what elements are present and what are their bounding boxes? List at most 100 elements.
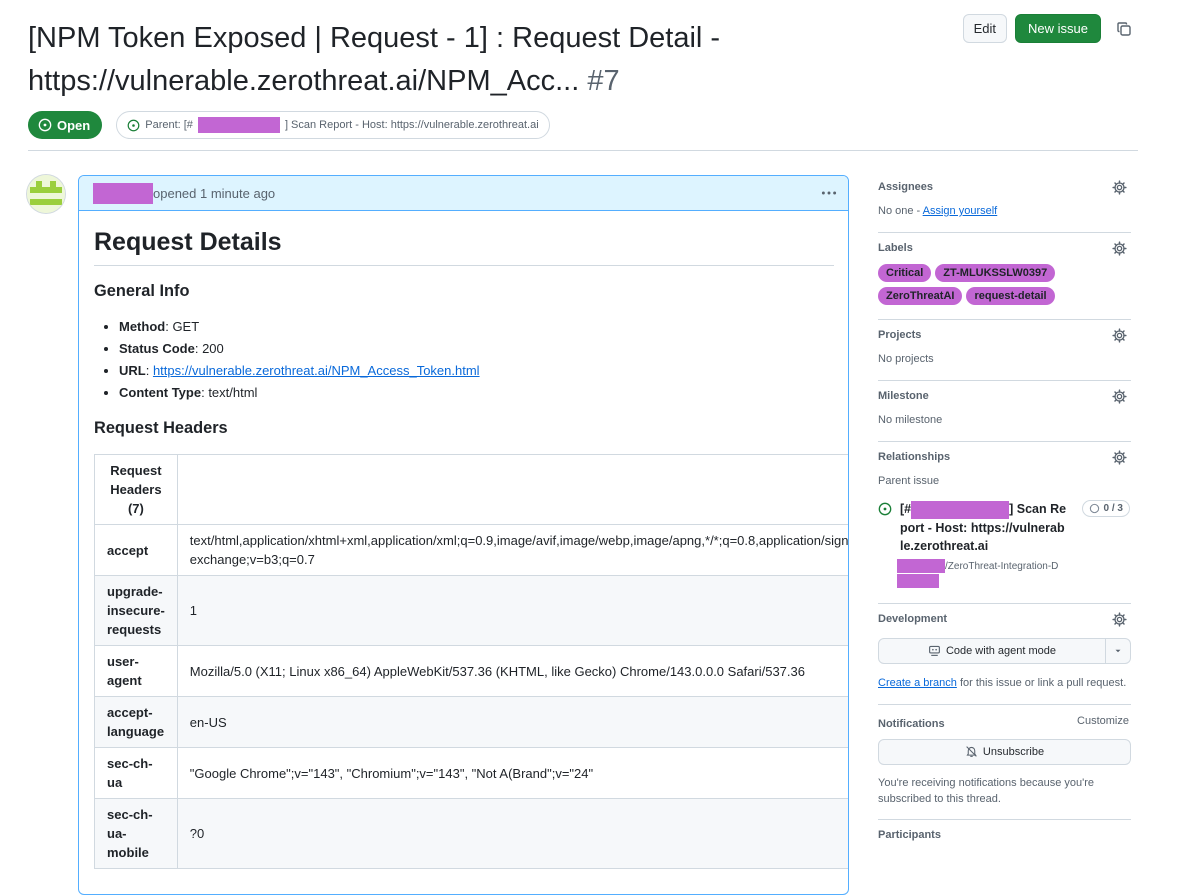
header-divider	[28, 150, 1138, 151]
header-value: 1	[176, 575, 848, 647]
projects-title: Projects	[878, 329, 922, 341]
gear-icon[interactable]	[1112, 450, 1127, 468]
issue-open-icon	[127, 119, 140, 131]
projects-section: Projects No projects	[878, 320, 1131, 381]
redacted-author	[93, 182, 153, 204]
label-request-detail[interactable]: request-detail	[966, 287, 1055, 305]
header-value: text/html,application/xhtml+xml,applicat…	[176, 524, 848, 577]
heading-request-details: Request Details	[94, 227, 834, 266]
code-with-agent-button[interactable]: Code with agent mode	[878, 637, 1106, 664]
customize-link[interactable]: Customize	[1077, 715, 1129, 727]
label-zerothreatai[interactable]: ZeroThreatAI	[878, 287, 963, 305]
parent-issue-repo: /ZeroThreat-Integration-D	[897, 559, 1067, 589]
header-actions: Edit New issue	[962, 14, 1138, 43]
info-value: : GET	[165, 318, 200, 334]
notifications-section: Notifications Customize Unsubscribe You'…	[878, 705, 1131, 820]
unsubscribe-label: Unsubscribe	[982, 745, 1045, 758]
bell-slash-icon	[966, 746, 977, 758]
issue-state-row: Open Parent: [# ] Scan Report - Host: htt…	[28, 111, 550, 139]
development-title: Development	[878, 612, 948, 625]
parent-issue-item[interactable]: [#] Scan Report - Host: https://vulnerab…	[878, 500, 1131, 589]
parent-issue-pill[interactable]: Parent: [# ] Scan Report - Host: https://…	[116, 111, 550, 139]
issue-sidebar: Assignees No one - Assign yourself Label…	[878, 172, 1131, 856]
table-header-row: Request Headers (7)	[94, 454, 848, 526]
progress-ring-icon	[1089, 503, 1099, 514]
heading-general-info: General Info	[94, 282, 190, 301]
info-key: Method	[119, 318, 166, 334]
state-label: Open	[57, 117, 91, 133]
redacted-block	[897, 574, 939, 589]
table-header-cell-empty	[176, 454, 848, 526]
parent-issue-title[interactable]: [#] Scan Report - Host: https://vulnerab…	[900, 500, 1068, 555]
open-state-badge: Open	[28, 111, 103, 139]
parent-issue-prefix: [#	[900, 502, 912, 516]
issue-title: [NPM Token Exposed | Request - 1] : Requ…	[28, 17, 788, 103]
comment-header: opened 1 minute ago	[79, 176, 848, 211]
header-value: en-US	[176, 696, 848, 749]
projects-text: No projects	[878, 353, 934, 365]
copy-link-icon[interactable]	[1109, 14, 1138, 43]
general-info-list: Method: GET Status Code: 200 URL: https:…	[94, 318, 834, 401]
list-item: URL: https://vulnerable.zerothreat.ai/NP…	[119, 362, 834, 379]
header-value: "Google Chrome";v="143", "Chromium";v="1…	[176, 747, 848, 800]
assignees-title: Assignees	[878, 181, 934, 193]
info-value: : 200	[194, 340, 224, 356]
participants-title: Participants	[878, 828, 941, 841]
avatar[interactable]	[27, 175, 65, 213]
development-text-rest: for this issue or link a pull request.	[956, 676, 1127, 689]
parent-issue-label: Parent issue	[878, 475, 940, 487]
info-key: URL	[119, 362, 146, 378]
parent-suffix: ] Scan Report - Host: https://vulnerable…	[284, 119, 539, 131]
progress-text: 0 / 3	[1103, 503, 1123, 514]
opened-text: opened 1 minute ago	[153, 185, 276, 201]
agent-button-label: Code with agent mode	[945, 644, 1057, 657]
milestone-section: Milestone No milestone	[878, 381, 1131, 442]
agent-icon	[929, 646, 940, 657]
unsubscribe-button[interactable]: Unsubscribe	[878, 738, 1131, 765]
notifications-text: You're receiving notifications because y…	[878, 776, 1094, 805]
parent-prefix: Parent: [#	[145, 119, 193, 131]
participants-section: Participants	[878, 820, 1131, 856]
assignees-text: No one - Assign yourself	[878, 204, 1131, 218]
edit-button[interactable]: Edit	[962, 14, 1008, 43]
issue-comment: opened 1 minute ago Request Details Gene…	[78, 175, 849, 895]
table-row: upgrade-insecure-requests 1	[94, 575, 848, 647]
assign-yourself-link[interactable]: Assign yourself	[923, 205, 998, 217]
request-headers-table: Request Headers (7) accept text/html,app…	[94, 454, 848, 870]
heading-request-headers: Request Headers	[94, 418, 228, 437]
header-key: sec-ch-ua-mobile	[94, 798, 178, 870]
gear-icon[interactable]	[1112, 328, 1127, 346]
comment-body: Request Details General Info Method: GET…	[79, 227, 848, 870]
header-key: upgrade-insecure-requests	[94, 575, 178, 647]
create-branch-link[interactable]: Create a branch	[878, 677, 957, 689]
labels-title: Labels	[878, 242, 913, 254]
assignees-none: No one -	[878, 205, 923, 217]
label-zt-id[interactable]: ZT-MLUKSSLW0397	[935, 264, 1056, 282]
info-key: Content Type	[119, 384, 202, 400]
table-header-cell: Request Headers (7)	[94, 454, 178, 526]
info-key: Status Code	[119, 340, 195, 356]
kebab-menu-icon[interactable]	[820, 184, 838, 205]
redacted-block	[911, 500, 1010, 519]
gear-icon[interactable]	[1112, 612, 1127, 630]
gear-icon[interactable]	[1112, 180, 1127, 198]
table-row: sec-ch-ua "Google Chrome";v="143", "Chro…	[94, 747, 848, 800]
header-key: user-agent	[94, 645, 178, 698]
info-value: : text/html	[201, 384, 258, 400]
chevron-down-icon[interactable]	[1106, 637, 1131, 664]
relationships-section: Relationships Parent issue [#] Scan Repo…	[878, 442, 1131, 604]
table-row: user-agent Mozilla/5.0 (X11; Linux x86_6…	[94, 645, 848, 698]
redacted-block	[897, 559, 945, 574]
sub-issue-progress: 0 / 3	[1081, 500, 1130, 517]
gear-icon[interactable]	[1112, 241, 1127, 259]
redacted-block	[197, 117, 280, 133]
list-item: Status Code: 200	[119, 340, 834, 357]
gear-icon[interactable]	[1112, 389, 1127, 407]
header-key: accept-language	[94, 696, 178, 749]
milestone-text: No milestone	[878, 414, 943, 426]
url-link[interactable]: https://vulnerable.zerothreat.ai/NPM_Acc…	[153, 363, 480, 378]
new-issue-button[interactable]: New issue	[1015, 14, 1101, 43]
milestone-title: Milestone	[878, 390, 929, 402]
label-critical[interactable]: Critical	[878, 264, 932, 282]
header-key: sec-ch-ua	[94, 747, 178, 800]
